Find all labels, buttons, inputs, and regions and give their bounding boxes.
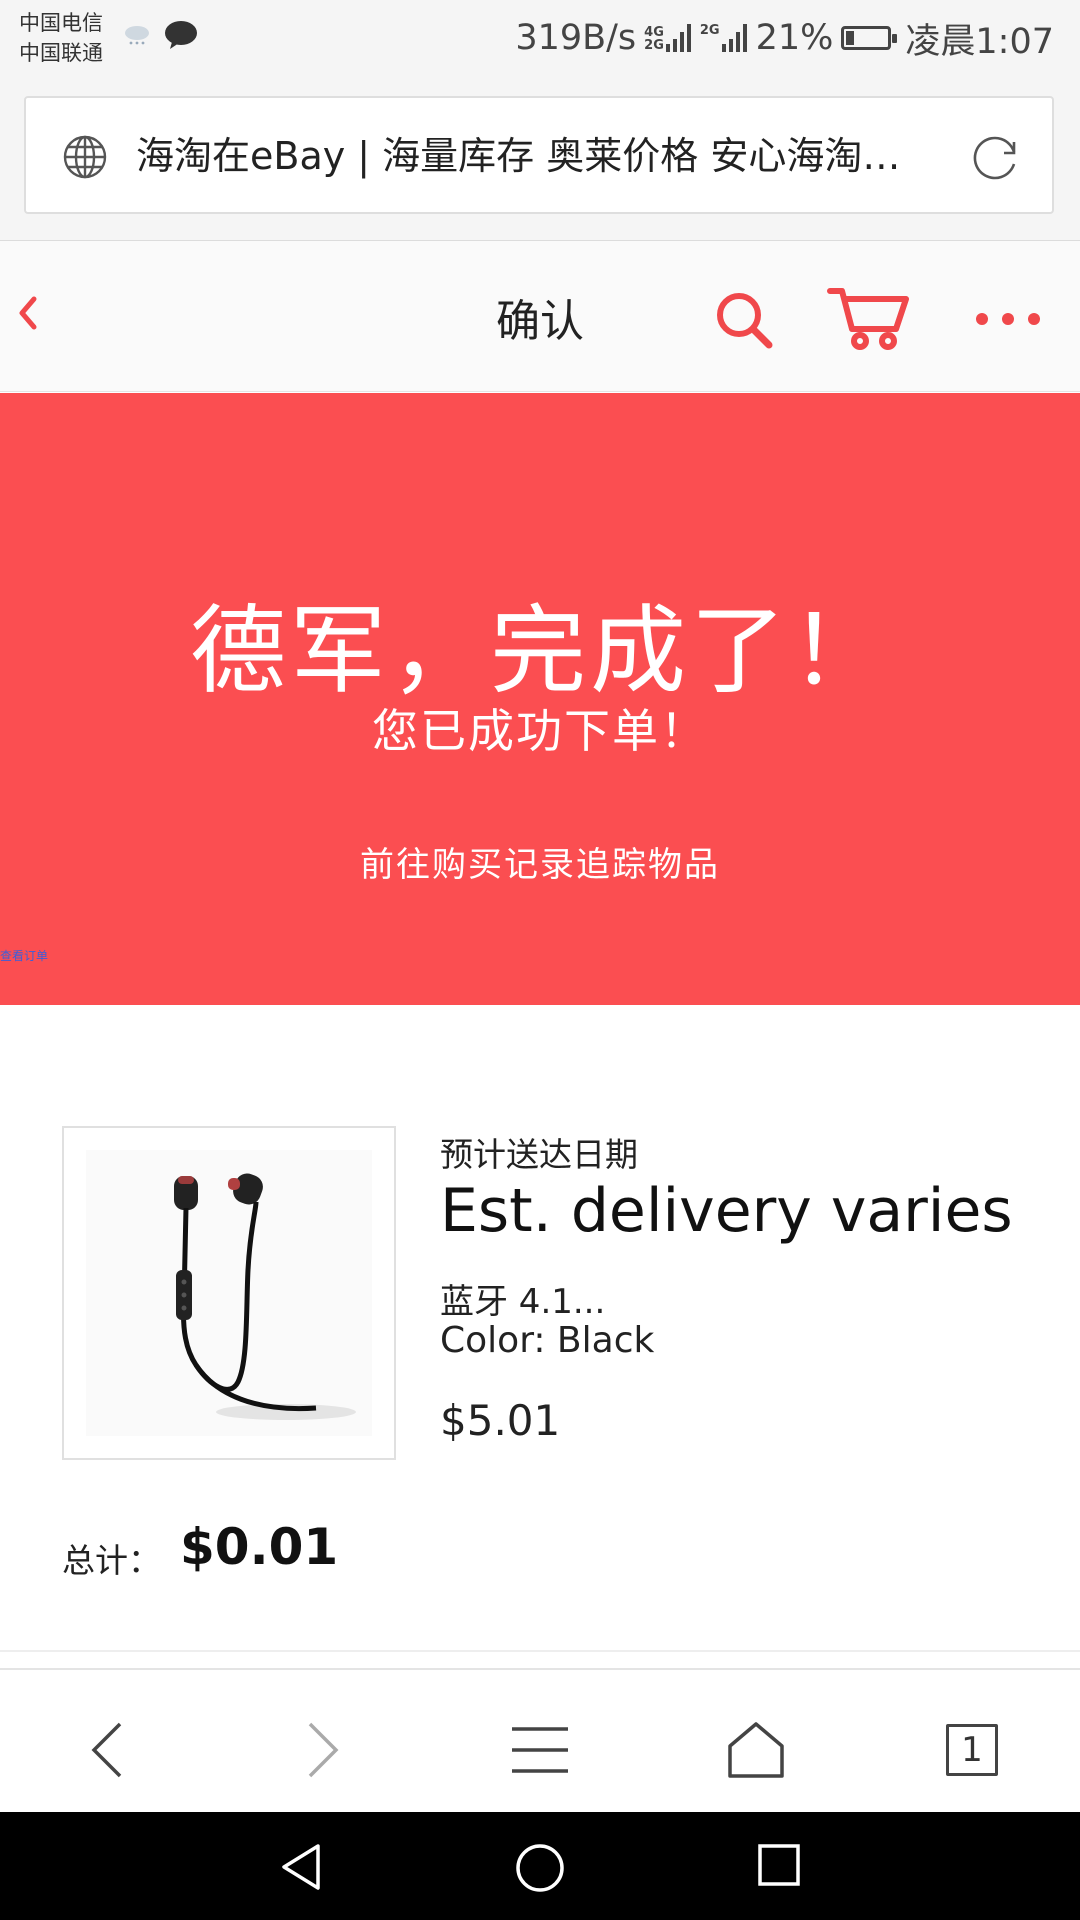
carrier-info: 中国电信 中国联通	[19, 8, 103, 68]
item-title[interactable]: 蓝牙 4.1...	[440, 1274, 605, 1323]
item-variant: Color: Black	[440, 1320, 655, 1361]
app-header: 确认	[0, 241, 1080, 392]
android-recents-icon[interactable]	[756, 1842, 802, 1892]
item-price: $5.01	[440, 1396, 561, 1445]
status-bar: 中国电信 中国联通 319B/s 4G 2G 2G 21% 凌晨1:07	[0, 0, 1080, 76]
search-icon[interactable]	[713, 289, 775, 355]
tabs-button[interactable]: 1	[932, 1710, 1012, 1790]
earphones-image	[86, 1150, 372, 1436]
more-icon[interactable]	[975, 311, 1041, 330]
signal-2-label: 2G	[699, 23, 720, 38]
total-value: $0.01	[180, 1518, 339, 1576]
signal-1-bottom-label: 2G	[644, 38, 664, 53]
battery-percent: 21%	[755, 18, 834, 58]
status-indicators: 319B/s 4G 2G 2G 21% 凌晨1:07	[515, 14, 1054, 62]
address-bar[interactable]: 海淘在eBay | 海量库存 奥莱价格 安心海淘…	[24, 96, 1054, 214]
refresh-icon[interactable]	[970, 132, 1022, 188]
banner-tiny-link[interactable]: 查看订单	[0, 947, 48, 964]
browser-nav-bar: 1	[0, 1668, 1080, 1812]
net-speed: 319B/s	[515, 18, 637, 58]
delivery-label: 预计送达日期	[440, 1135, 638, 1174]
menu-icon[interactable]	[500, 1710, 580, 1790]
page-title: 确认	[496, 296, 584, 347]
android-nav-bar	[0, 1812, 1080, 1920]
item-thumbnail[interactable]	[62, 1126, 396, 1460]
success-subheading: 您已成功下单！	[372, 704, 708, 758]
carrier-1: 中国电信	[19, 11, 103, 35]
page-title-url[interactable]: 海淘在eBay | 海量库存 奥莱价格 安心海淘…	[136, 128, 956, 184]
tab-count: 1	[961, 1730, 983, 1770]
signal-1-icon: 4G 2G	[644, 24, 692, 52]
total-label: 总计：	[62, 1541, 161, 1580]
browser-address-area: 海淘在eBay | 海量库存 奥莱价格 安心海淘…	[0, 76, 1080, 241]
success-banner: 德军，完成了！ 您已成功下单！ 前往购买记录追踪物品 查看订单	[0, 393, 1080, 1005]
cloud-rain-icon	[122, 24, 152, 50]
delivery-value: Est. delivery varies	[440, 1176, 1013, 1246]
carrier-2: 中国联通	[19, 41, 103, 65]
clock: 凌晨1:07	[905, 21, 1054, 62]
android-home-icon[interactable]	[514, 1842, 566, 1898]
chat-bubble-icon	[164, 20, 198, 54]
globe-icon	[62, 134, 108, 184]
browser-back-icon[interactable]	[66, 1710, 146, 1790]
success-heading: 德军，完成了！	[190, 595, 890, 707]
home-icon[interactable]	[716, 1710, 796, 1790]
browser-forward-icon[interactable]	[284, 1710, 364, 1790]
battery-icon	[841, 26, 898, 50]
purchase-history-link[interactable]: 前往购买记录追踪物品	[0, 837, 1080, 886]
cart-icon[interactable]	[826, 285, 912, 357]
signal-2-icon: 2G	[700, 24, 748, 52]
divider	[0, 1650, 1080, 1652]
android-back-icon[interactable]	[278, 1842, 324, 1896]
